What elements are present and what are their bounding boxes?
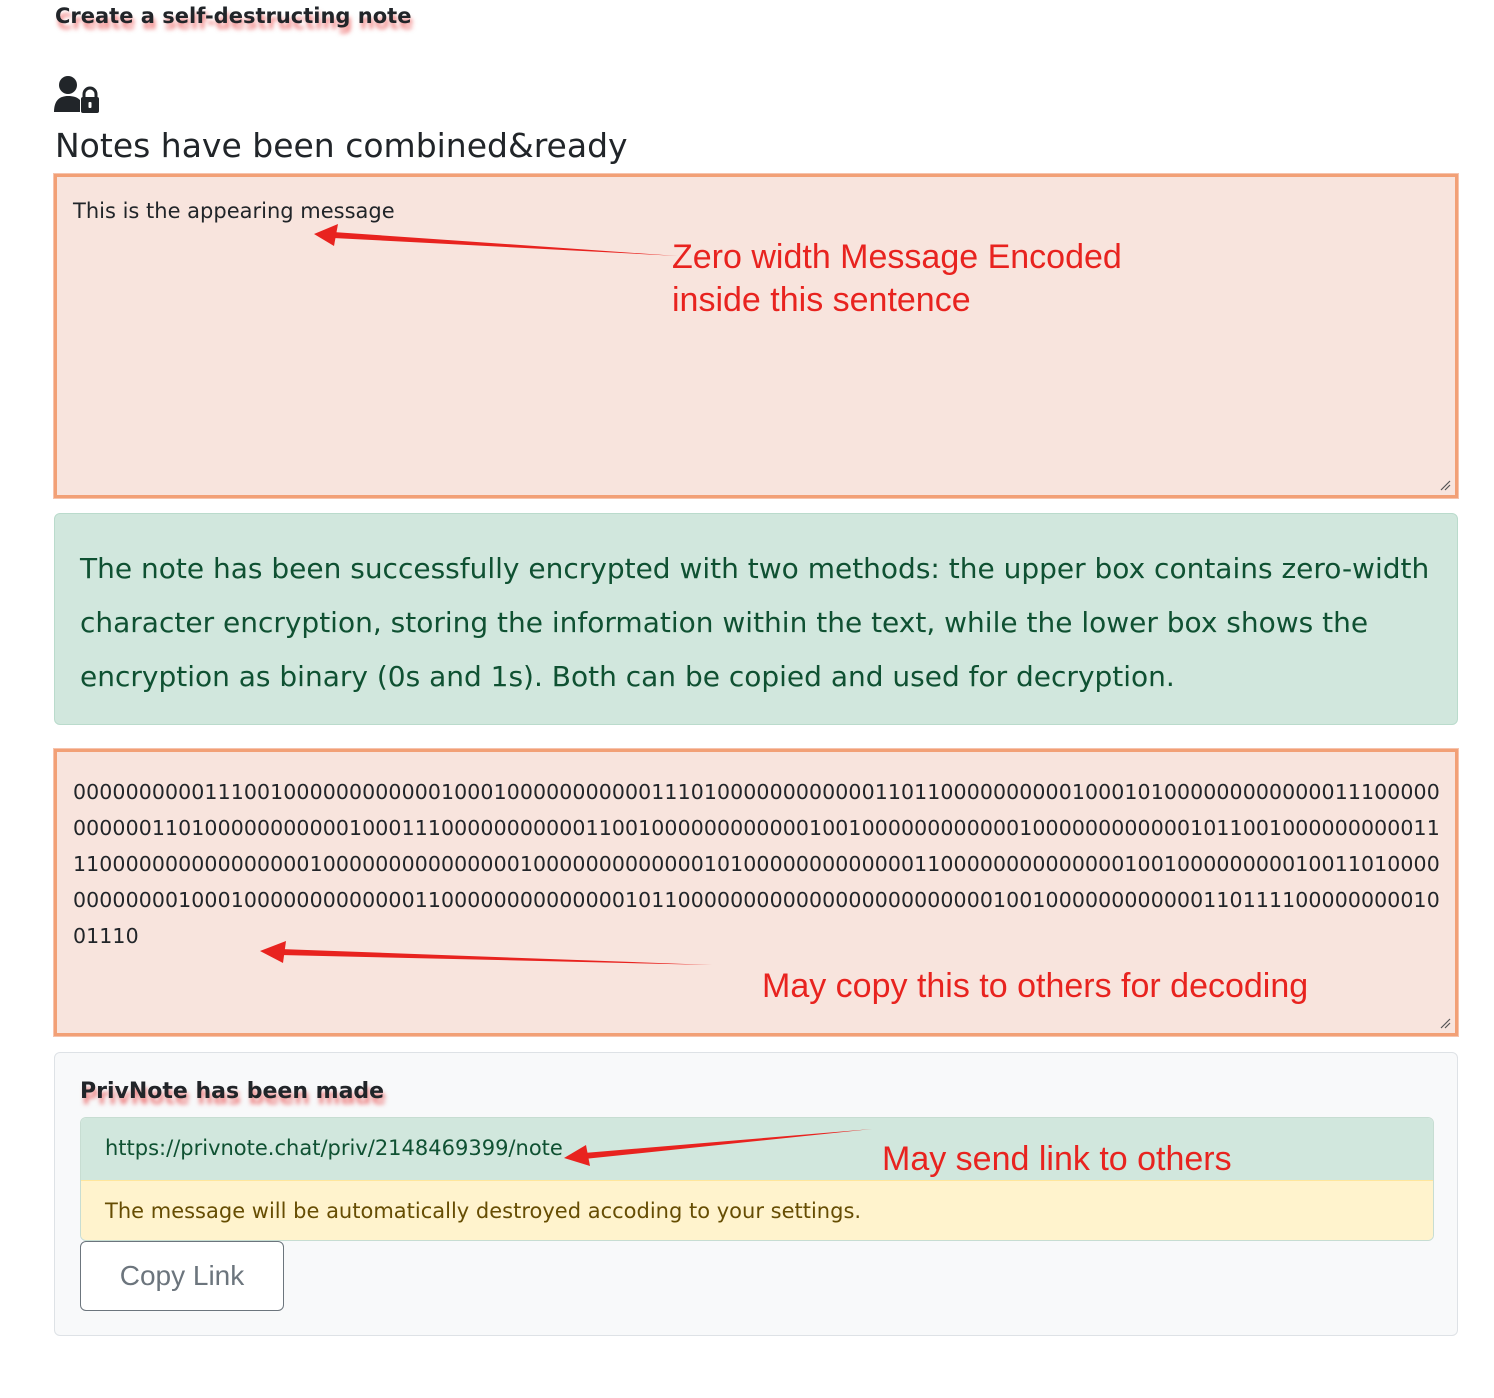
privnote-card: PrivNote has been made https://privnote.… (54, 1052, 1458, 1336)
resize-grip-icon[interactable] (1439, 479, 1451, 491)
annotation-link: May send link to others (882, 1140, 1232, 1178)
success-alert-text: The note has been successfully encrypted… (80, 552, 1430, 693)
zero-width-note-textarea[interactable]: This is the appearing message (54, 174, 1458, 498)
binary-note-text: 0000000000111001000000000000100010000000… (73, 780, 1440, 948)
user-lock-icon (54, 76, 99, 113)
copy-link-button[interactable]: Copy Link (80, 1241, 284, 1311)
success-alert: The note has been successfully encrypted… (54, 513, 1458, 725)
privnote-title: PrivNote has been made (80, 1079, 385, 1104)
annotation-zero-width: Zero width Message Encoded inside this s… (672, 236, 1122, 322)
privnote-link[interactable]: https://privnote.chat/priv/2148469399/no… (105, 1136, 563, 1160)
page: Create a self-destructing note Notes hav… (0, 0, 1494, 1398)
destroy-warning-row: The message will be automatically destro… (81, 1180, 1433, 1240)
annotation-zero-width-line1: Zero width Message Encoded (672, 238, 1122, 276)
page-top-title: Create a self-destructing note (55, 4, 412, 28)
annotation-binary: May copy this to others for decoding (762, 967, 1309, 1005)
resize-grip-icon[interactable] (1439, 1017, 1451, 1029)
annotation-zero-width-line2: inside this sentence (672, 281, 971, 319)
zero-width-note-text: This is the appearing message (73, 199, 395, 223)
destroy-warning-text: The message will be automatically destro… (105, 1199, 862, 1223)
page-heading: Notes have been combined&ready (55, 126, 628, 165)
